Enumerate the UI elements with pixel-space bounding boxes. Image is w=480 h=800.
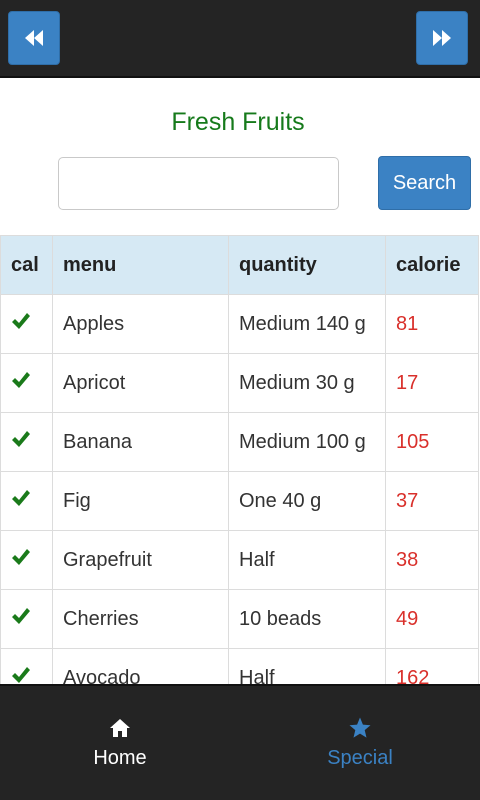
menu-cell: Banana: [52, 412, 229, 472]
quantity-cell: 10 beads: [228, 589, 386, 649]
fruit-table: cal menu quantity calorie Apples Medium 1…: [0, 235, 479, 684]
column-header-menu[interactable]: menu: [52, 235, 229, 295]
search-input[interactable]: [58, 157, 339, 210]
calorie-cell: 37: [385, 471, 479, 531]
previous-button[interactable]: [8, 11, 60, 65]
calorie-cell: 162: [385, 648, 479, 684]
tab-special-label: Special: [327, 746, 393, 769]
calorie-cell: 81: [385, 294, 479, 354]
cal-cell[interactable]: [0, 648, 53, 684]
cal-cell[interactable]: [0, 471, 53, 531]
column-header-cal[interactable]: cal: [0, 235, 53, 295]
menu-cell: Apricot: [52, 353, 229, 413]
tab-special[interactable]: Special: [240, 686, 480, 796]
table-row[interactable]: Grapefruit Half 38: [0, 530, 479, 590]
tab-home-label: Home: [93, 746, 147, 769]
main-content: Fresh Fruits Search cal menu quantity ca…: [0, 80, 480, 684]
menu-cell: Avocado: [52, 648, 229, 684]
double-chevron-right-icon: [433, 30, 451, 46]
column-header-quantity[interactable]: quantity: [228, 235, 386, 295]
table-row[interactable]: Avocado Half 162: [0, 648, 479, 684]
cal-cell[interactable]: [0, 353, 53, 413]
quantity-cell: Medium 140 g: [228, 294, 386, 354]
bottom-tab-bar: Home Special: [0, 684, 480, 800]
checkmark-icon: [12, 608, 30, 624]
table-row[interactable]: Banana Medium 100 g 105: [0, 412, 479, 472]
home-icon: [110, 718, 130, 737]
checkmark-icon: [12, 372, 30, 388]
table-row[interactable]: Apricot Medium 30 g 17: [0, 353, 479, 413]
quantity-cell: Medium 100 g: [228, 412, 386, 472]
table-row[interactable]: Fig One 40 g 37: [0, 471, 479, 531]
menu-cell: Cherries: [52, 589, 229, 649]
checkmark-icon: [12, 549, 30, 565]
cal-cell[interactable]: [0, 412, 53, 472]
calorie-cell: 38: [385, 530, 479, 590]
quantity-cell: One 40 g: [228, 471, 386, 531]
menu-cell: Grapefruit: [52, 530, 229, 590]
cal-cell[interactable]: [0, 530, 53, 590]
menu-cell: Fig: [52, 471, 229, 531]
calorie-cell: 49: [385, 589, 479, 649]
double-chevron-left-icon: [25, 30, 43, 46]
column-header-calorie[interactable]: calorie: [385, 235, 479, 295]
table-row[interactable]: Cherries 10 beads 49: [0, 589, 479, 649]
quantity-cell: Medium 30 g: [228, 353, 386, 413]
menu-cell: Apples: [52, 294, 229, 354]
checkmark-icon: [12, 667, 30, 683]
top-toolbar: [0, 0, 480, 78]
calorie-cell: 105: [385, 412, 479, 472]
next-button[interactable]: [416, 11, 468, 65]
page-title: Fresh Fruits: [171, 108, 305, 136]
checkmark-icon: [12, 431, 30, 447]
cal-cell[interactable]: [0, 589, 53, 649]
search-button[interactable]: Search: [378, 156, 471, 210]
tab-home[interactable]: Home: [0, 686, 240, 796]
checkmark-icon: [12, 313, 30, 329]
table-row[interactable]: Apples Medium 140 g 81: [0, 294, 479, 354]
quantity-cell: Half: [228, 648, 386, 684]
checkmark-icon: [12, 490, 30, 506]
cal-cell[interactable]: [0, 294, 53, 354]
star-icon: [349, 717, 371, 738]
table-header-row: cal menu quantity calorie: [0, 235, 479, 295]
calorie-cell: 17: [385, 353, 479, 413]
quantity-cell: Half: [228, 530, 386, 590]
